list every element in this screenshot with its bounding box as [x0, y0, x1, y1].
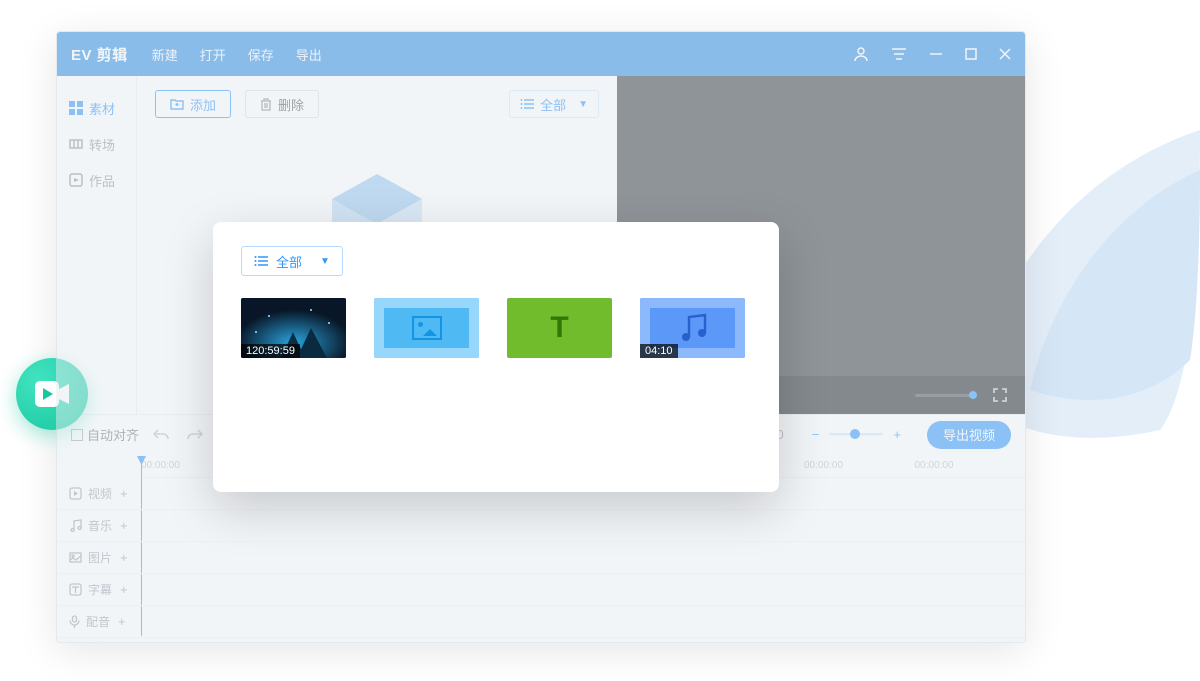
chevron-down-icon: ▼: [320, 256, 330, 267]
menu-save[interactable]: 保存: [248, 45, 274, 64]
redo-button[interactable]: [183, 428, 207, 442]
menu-open[interactable]: 打开: [200, 45, 226, 64]
export-button[interactable]: 导出视频: [927, 421, 1011, 449]
list-icon: [520, 98, 534, 110]
chevron-down-icon: ▼: [578, 99, 588, 110]
rail-item-label: 转场: [89, 135, 115, 154]
mic-icon: [69, 615, 80, 628]
subtitle-icon: [69, 583, 82, 596]
image-icon: [412, 316, 442, 340]
maximize-icon[interactable]: [965, 48, 977, 60]
titlebar: EV 剪辑 新建 打开 保存 导出: [57, 32, 1025, 76]
filter-button[interactable]: 全部 ▼: [509, 90, 599, 118]
minimize-icon[interactable]: [929, 47, 943, 61]
rail-works[interactable]: 作品: [57, 162, 136, 198]
record-fab[interactable]: [16, 358, 88, 430]
ruler-tick: 00:00:00: [915, 454, 1026, 477]
add-button[interactable]: 添加: [155, 90, 231, 118]
menu-bar: 新建 打开 保存 导出: [152, 45, 322, 64]
music-icon: [69, 519, 82, 532]
zoom-out-button[interactable]: −: [812, 427, 820, 442]
text-glyph: T: [550, 311, 568, 345]
undo-button[interactable]: [149, 428, 173, 442]
track-voiceover[interactable]: 配音 +: [57, 606, 1025, 638]
trash-icon: [260, 98, 272, 111]
tile-duration-badge: 120:59:59: [241, 344, 300, 358]
volume-slider[interactable]: [915, 394, 973, 397]
video-icon: [69, 487, 82, 500]
rail-item-label: 作品: [89, 171, 115, 190]
tile-music[interactable]: 04:10: [640, 298, 745, 358]
add-folder-icon: [170, 98, 184, 110]
menu-export[interactable]: 导出: [296, 45, 322, 64]
delete-button[interactable]: 删除: [245, 90, 319, 118]
add-track-icon[interactable]: +: [118, 614, 126, 629]
app-brand: EV 剪辑: [71, 44, 128, 65]
camera-icon: [35, 381, 69, 407]
close-icon[interactable]: [999, 48, 1011, 60]
grid-icon: [69, 101, 83, 115]
tile-video[interactable]: 120:59:59: [241, 298, 346, 358]
asset-picker-modal: 全部 ▼ 120:59:59 T 04:10: [213, 222, 779, 492]
music-icon: [679, 313, 707, 343]
zoom-control: − +: [812, 427, 901, 442]
track-label: 配音: [86, 613, 110, 630]
rail-item-label: 素材: [89, 99, 115, 118]
checkbox-icon: [71, 429, 83, 441]
add-track-icon[interactable]: +: [120, 486, 128, 501]
menu-new[interactable]: 新建: [152, 45, 178, 64]
rail-material[interactable]: 素材: [57, 90, 136, 126]
btn-label: 全部: [540, 95, 566, 114]
zoom-in-button[interactable]: +: [893, 427, 901, 442]
track-image[interactable]: 图片 +: [57, 542, 1025, 574]
image-icon: [69, 552, 82, 563]
works-icon: [69, 173, 83, 187]
auto-align-toggle[interactable]: 自动对齐: [71, 425, 139, 444]
add-track-icon[interactable]: +: [120, 550, 128, 565]
track-label: 视频: [88, 485, 112, 502]
track-label: 字幕: [88, 581, 112, 598]
add-track-icon[interactable]: +: [120, 518, 128, 533]
fullscreen-button[interactable]: [993, 388, 1007, 402]
btn-label: 添加: [190, 95, 216, 114]
modal-filter-button[interactable]: 全部 ▼: [241, 246, 343, 276]
tile-text[interactable]: T: [507, 298, 612, 358]
ruler-tick: 00:00:00: [804, 454, 915, 477]
toggle-label: 自动对齐: [87, 425, 139, 444]
zoom-slider[interactable]: [829, 433, 883, 436]
track-label: 音乐: [88, 517, 112, 534]
theme-icon[interactable]: [891, 48, 907, 60]
btn-label: 全部: [276, 252, 302, 271]
rail-transition[interactable]: 转场: [57, 126, 136, 162]
track-label: 图片: [88, 549, 112, 566]
btn-label: 删除: [278, 95, 304, 114]
tile-duration-badge: 04:10: [640, 344, 678, 358]
add-track-icon[interactable]: +: [120, 582, 128, 597]
list-icon: [254, 255, 268, 267]
track-subtitle[interactable]: 字幕 +: [57, 574, 1025, 606]
transition-icon: [69, 137, 83, 151]
track-music[interactable]: 音乐 +: [57, 510, 1025, 542]
tile-image[interactable]: [374, 298, 479, 358]
user-icon[interactable]: [853, 46, 869, 62]
